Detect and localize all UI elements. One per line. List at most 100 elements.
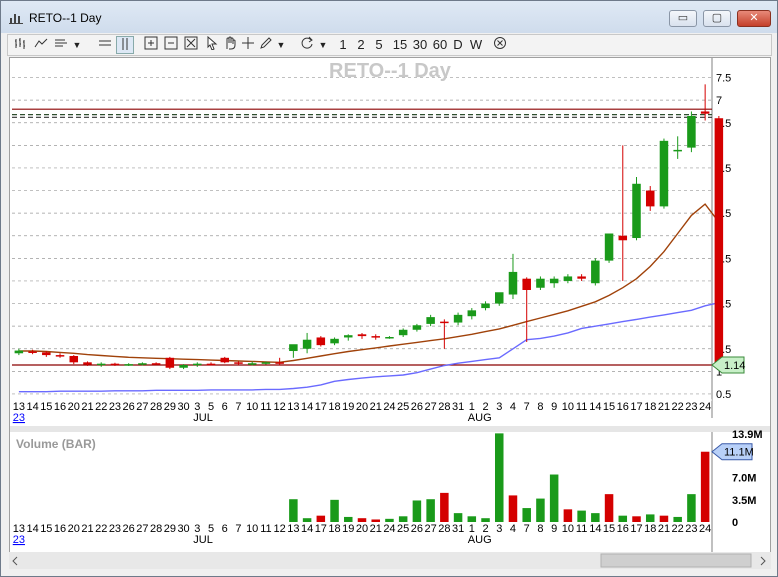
period-button-15[interactable]: 15 bbox=[390, 36, 410, 54]
volume-y-tick-label: 0 bbox=[732, 517, 738, 529]
price-y-tick-label: 0.5 bbox=[716, 389, 731, 401]
volume-x-day-label: 15 bbox=[603, 523, 615, 535]
draw-tools-dropdown-icon[interactable]: ▼ bbox=[274, 36, 288, 54]
volume-x-day-label: 3 bbox=[496, 523, 502, 535]
volume-bar bbox=[577, 510, 586, 522]
zoom-out-icon[interactable] bbox=[162, 36, 180, 54]
volume-x-day-label: 17 bbox=[315, 523, 327, 535]
price-x-year-label: 23 bbox=[13, 412, 25, 424]
volume-bar bbox=[344, 516, 353, 522]
volume-x-day-label: 27 bbox=[425, 523, 437, 535]
price-x-day-label: 4 bbox=[510, 401, 516, 413]
period-button-1[interactable]: 1 bbox=[335, 36, 351, 54]
price-x-day-label: 19 bbox=[342, 401, 354, 413]
candle-body bbox=[138, 363, 147, 365]
price-x-day-label: 31 bbox=[452, 401, 464, 413]
price-x-day-label: 18 bbox=[644, 401, 656, 413]
candle-body bbox=[234, 362, 243, 364]
price-x-day-label: 22 bbox=[672, 401, 684, 413]
candle-body bbox=[632, 183, 641, 239]
volume-x-day-label: 29 bbox=[164, 523, 176, 535]
chart-area[interactable]: 7.576.565.554.543.532.521.510.5RETO--1 D… bbox=[9, 57, 771, 553]
price-x-month-label: JUL bbox=[193, 412, 213, 424]
price-x-day-label: 7 bbox=[524, 401, 530, 413]
volume-bar bbox=[536, 498, 545, 522]
period-button-60[interactable]: 60 bbox=[430, 36, 450, 54]
study-settings-icon[interactable] bbox=[52, 36, 70, 54]
price-x-day-label: 12 bbox=[274, 401, 286, 413]
last-price-label: 1.14 bbox=[724, 360, 745, 372]
candle-body bbox=[110, 363, 120, 366]
vertical-lines-icon[interactable] bbox=[116, 36, 134, 54]
volume-bar bbox=[673, 516, 682, 522]
volume-x-day-label: 16 bbox=[54, 523, 66, 535]
candle-body bbox=[124, 364, 133, 366]
scrollbar-thumb[interactable] bbox=[600, 553, 752, 568]
volume-bar bbox=[645, 514, 655, 522]
bar-chart-style-icon[interactable] bbox=[12, 36, 30, 54]
candle-body bbox=[179, 365, 188, 368]
close-button[interactable]: ✕ bbox=[737, 10, 771, 27]
draw-pencil-icon[interactable] bbox=[258, 36, 274, 54]
period-button-weekly[interactable]: W bbox=[467, 36, 485, 54]
chart-style-dropdown-icon[interactable]: ▼ bbox=[70, 36, 84, 54]
price-x-day-label: 18 bbox=[328, 401, 340, 413]
volume-bar bbox=[385, 518, 394, 522]
candle-body bbox=[371, 336, 380, 338]
volume-x-day-label: 10 bbox=[562, 523, 574, 535]
price-x-day-label: 28 bbox=[438, 401, 450, 413]
candle-body bbox=[700, 111, 710, 114]
volume-x-day-label: 7 bbox=[235, 523, 241, 535]
candle-body bbox=[330, 338, 339, 344]
candle-body bbox=[165, 357, 175, 368]
volume-bar bbox=[604, 494, 614, 522]
horizontal-lines-icon[interactable] bbox=[96, 36, 114, 54]
volume-x-day-label: 17 bbox=[630, 523, 642, 535]
period-button-30[interactable]: 30 bbox=[410, 36, 430, 54]
crosshair-icon[interactable] bbox=[240, 36, 256, 54]
close-icon: ✕ bbox=[749, 12, 759, 24]
cancel-circle-icon[interactable] bbox=[491, 36, 509, 54]
price-x-day-label: 20 bbox=[68, 401, 80, 413]
period-button-daily[interactable]: D bbox=[450, 36, 466, 54]
zoom-in-icon[interactable] bbox=[142, 36, 160, 54]
price-x-day-label: 26 bbox=[123, 401, 135, 413]
candle-body bbox=[549, 278, 559, 284]
restore-button[interactable]: ▢ bbox=[703, 10, 731, 27]
volume-x-day-label: 12 bbox=[274, 523, 286, 535]
volume-x-day-label: 24 bbox=[383, 523, 395, 535]
volume-x-day-label: 25 bbox=[397, 523, 409, 535]
volume-bar bbox=[412, 500, 422, 522]
volume-bar bbox=[591, 513, 600, 522]
fit-to-window-icon[interactable] bbox=[182, 36, 200, 54]
candle-body bbox=[618, 235, 628, 241]
refresh-icon[interactable] bbox=[298, 36, 316, 54]
volume-bar bbox=[316, 515, 326, 522]
candle-body bbox=[659, 140, 669, 207]
candle-body bbox=[206, 363, 216, 366]
price-x-day-label: 28 bbox=[150, 401, 162, 413]
chart-toolbar: ▼ ▼ ▼ 1 2 5 15 30 60 D W bbox=[7, 34, 772, 56]
moving-average-brown-line bbox=[18, 203, 720, 364]
price-x-day-label: 26 bbox=[411, 401, 423, 413]
price-x-day-label: 15 bbox=[603, 401, 615, 413]
refresh-dropdown-icon[interactable]: ▼ bbox=[316, 36, 330, 54]
period-button-2[interactable]: 2 bbox=[353, 36, 369, 54]
volume-x-day-label: 22 bbox=[672, 523, 684, 535]
price-x-day-label: 30 bbox=[177, 401, 189, 413]
minimize-icon: ▭ bbox=[677, 12, 689, 24]
minimize-button[interactable]: ▭ bbox=[669, 10, 697, 27]
period-button-5[interactable]: 5 bbox=[371, 36, 387, 54]
volume-x-day-label: 23 bbox=[685, 523, 697, 535]
candle-body bbox=[96, 363, 106, 366]
pan-hand-icon[interactable] bbox=[222, 36, 238, 54]
volume-x-day-label: 9 bbox=[551, 523, 557, 535]
pointer-icon[interactable] bbox=[204, 35, 220, 54]
volume-x-month-label: JUL bbox=[193, 534, 213, 546]
horizontal-scrollbar[interactable] bbox=[9, 552, 771, 569]
candle-body bbox=[28, 351, 37, 353]
title-bar: RETO--1 Day ▭ ▢ ✕ bbox=[1, 1, 777, 33]
volume-x-day-label: 27 bbox=[136, 523, 148, 535]
volume-x-day-label: 18 bbox=[328, 523, 340, 535]
line-chart-style-icon[interactable] bbox=[32, 36, 50, 54]
